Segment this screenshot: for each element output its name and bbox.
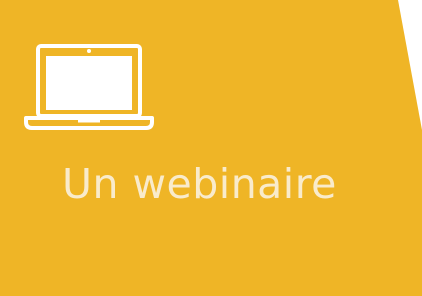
- webinar-card[interactable]: Un webinaire: [0, 0, 422, 296]
- laptop-icon: [24, 44, 154, 130]
- webinar-title: Un webinaire: [62, 160, 337, 208]
